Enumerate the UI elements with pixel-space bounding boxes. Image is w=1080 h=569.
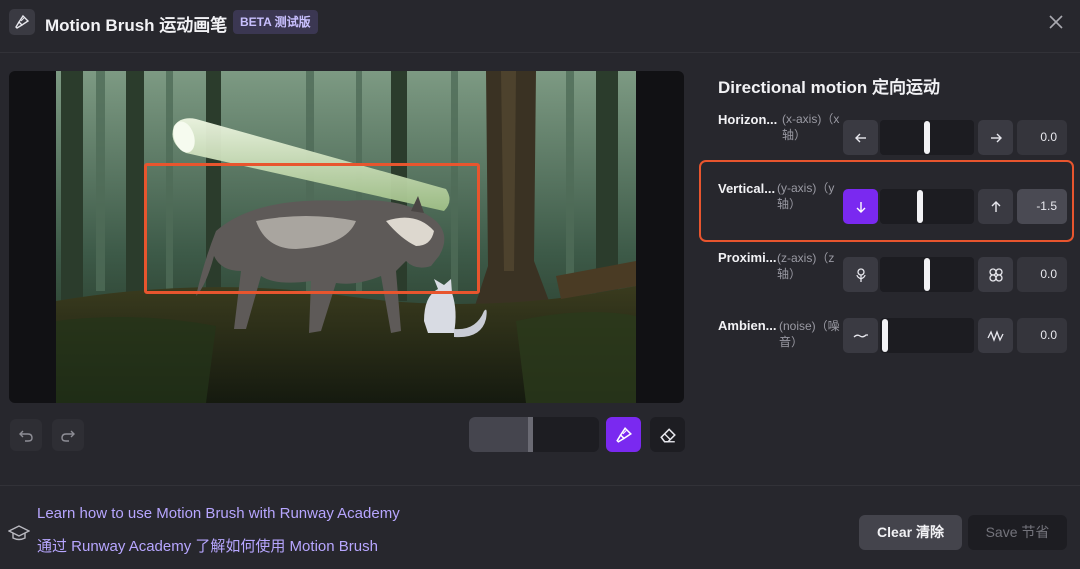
save-button[interactable]: Save 节省 [968,515,1067,550]
undo-icon[interactable] [10,419,42,451]
graduation-cap-icon [7,522,31,544]
ambient-slider-thumb[interactable] [882,319,888,352]
paint-canvas[interactable] [9,71,684,403]
ambient-value[interactable]: 0.0 [1017,318,1067,353]
horizontal-slider-thumb[interactable] [924,121,930,154]
vertical-label: Vertical... [718,181,776,196]
clear-button[interactable]: Clear 清除 [859,515,962,550]
horizontal-label: Horizon... [718,112,778,127]
redo-icon[interactable] [52,419,84,451]
header-divider [0,52,1080,53]
move-closer-button[interactable] [978,257,1013,292]
arrow-up-icon [991,200,1000,212]
brush-selection-outline [144,163,480,294]
arrow-left-icon [854,133,866,142]
move-right-button[interactable] [978,120,1013,155]
eraser-icon [659,427,676,443]
wave-high-icon [986,329,1004,342]
proximity-slider-thumb[interactable] [924,258,930,291]
arrow-down-icon [856,201,865,213]
proximity-value[interactable]: 0.0 [1017,257,1067,292]
modal-title: Motion Brush 运动画笔 [45,16,228,35]
brush-icon [615,426,632,443]
academy-link-en[interactable]: Learn how to use Motion Brush with Runwa… [37,505,400,522]
vertical-axis-note: (y-axis)（y轴） [777,181,835,211]
ambient-slider[interactable] [880,318,974,353]
modal-header: Motion Brush 运动画笔 BETA 测试版 [0,0,1080,46]
move-left-button[interactable] [843,120,878,155]
vertical-value[interactable]: -1.5 [1017,189,1067,224]
proximity-slider[interactable] [880,257,974,292]
wave-low-icon [853,333,868,337]
eraser-tool-button[interactable] [650,417,685,452]
brush-size-slider[interactable] [469,417,599,452]
arrow-right-icon [990,133,1002,142]
brush-tool-button[interactable] [606,417,641,452]
proximity-axis-note: (z-axis)（z轴） [777,251,835,281]
academy-link-zh[interactable]: 通过 Runway Academy 了解如何使用 Motion Brush [37,535,378,556]
horizontal-axis-note: (x-axis)（x轴） [782,112,840,142]
beta-badge: BETA 测试版 [233,10,318,34]
move-down-button[interactable] [843,189,878,224]
panel-title: Directional motion 定向运动 [718,78,940,97]
move-up-button[interactable] [978,189,1013,224]
less-noise-button[interactable] [843,318,878,353]
horizontal-value[interactable]: 0.0 [1017,120,1067,155]
flower-icon [988,267,1003,282]
flower-bud-icon [855,267,866,282]
move-away-button[interactable] [843,257,878,292]
footer-divider [0,485,1080,486]
ambient-axis-note: (noise)（噪音） [779,319,840,349]
brush-icon [9,9,35,35]
more-noise-button[interactable] [978,318,1013,353]
brush-size-thumb[interactable] [528,417,533,452]
vertical-slider[interactable] [880,189,974,224]
close-icon[interactable] [1044,10,1068,34]
brush-size-fill [469,417,531,452]
proximity-label: Proximi... [718,250,777,265]
vertical-slider-thumb[interactable] [917,190,923,223]
ambient-label: Ambien... [718,318,777,333]
horizontal-slider[interactable] [880,120,974,155]
